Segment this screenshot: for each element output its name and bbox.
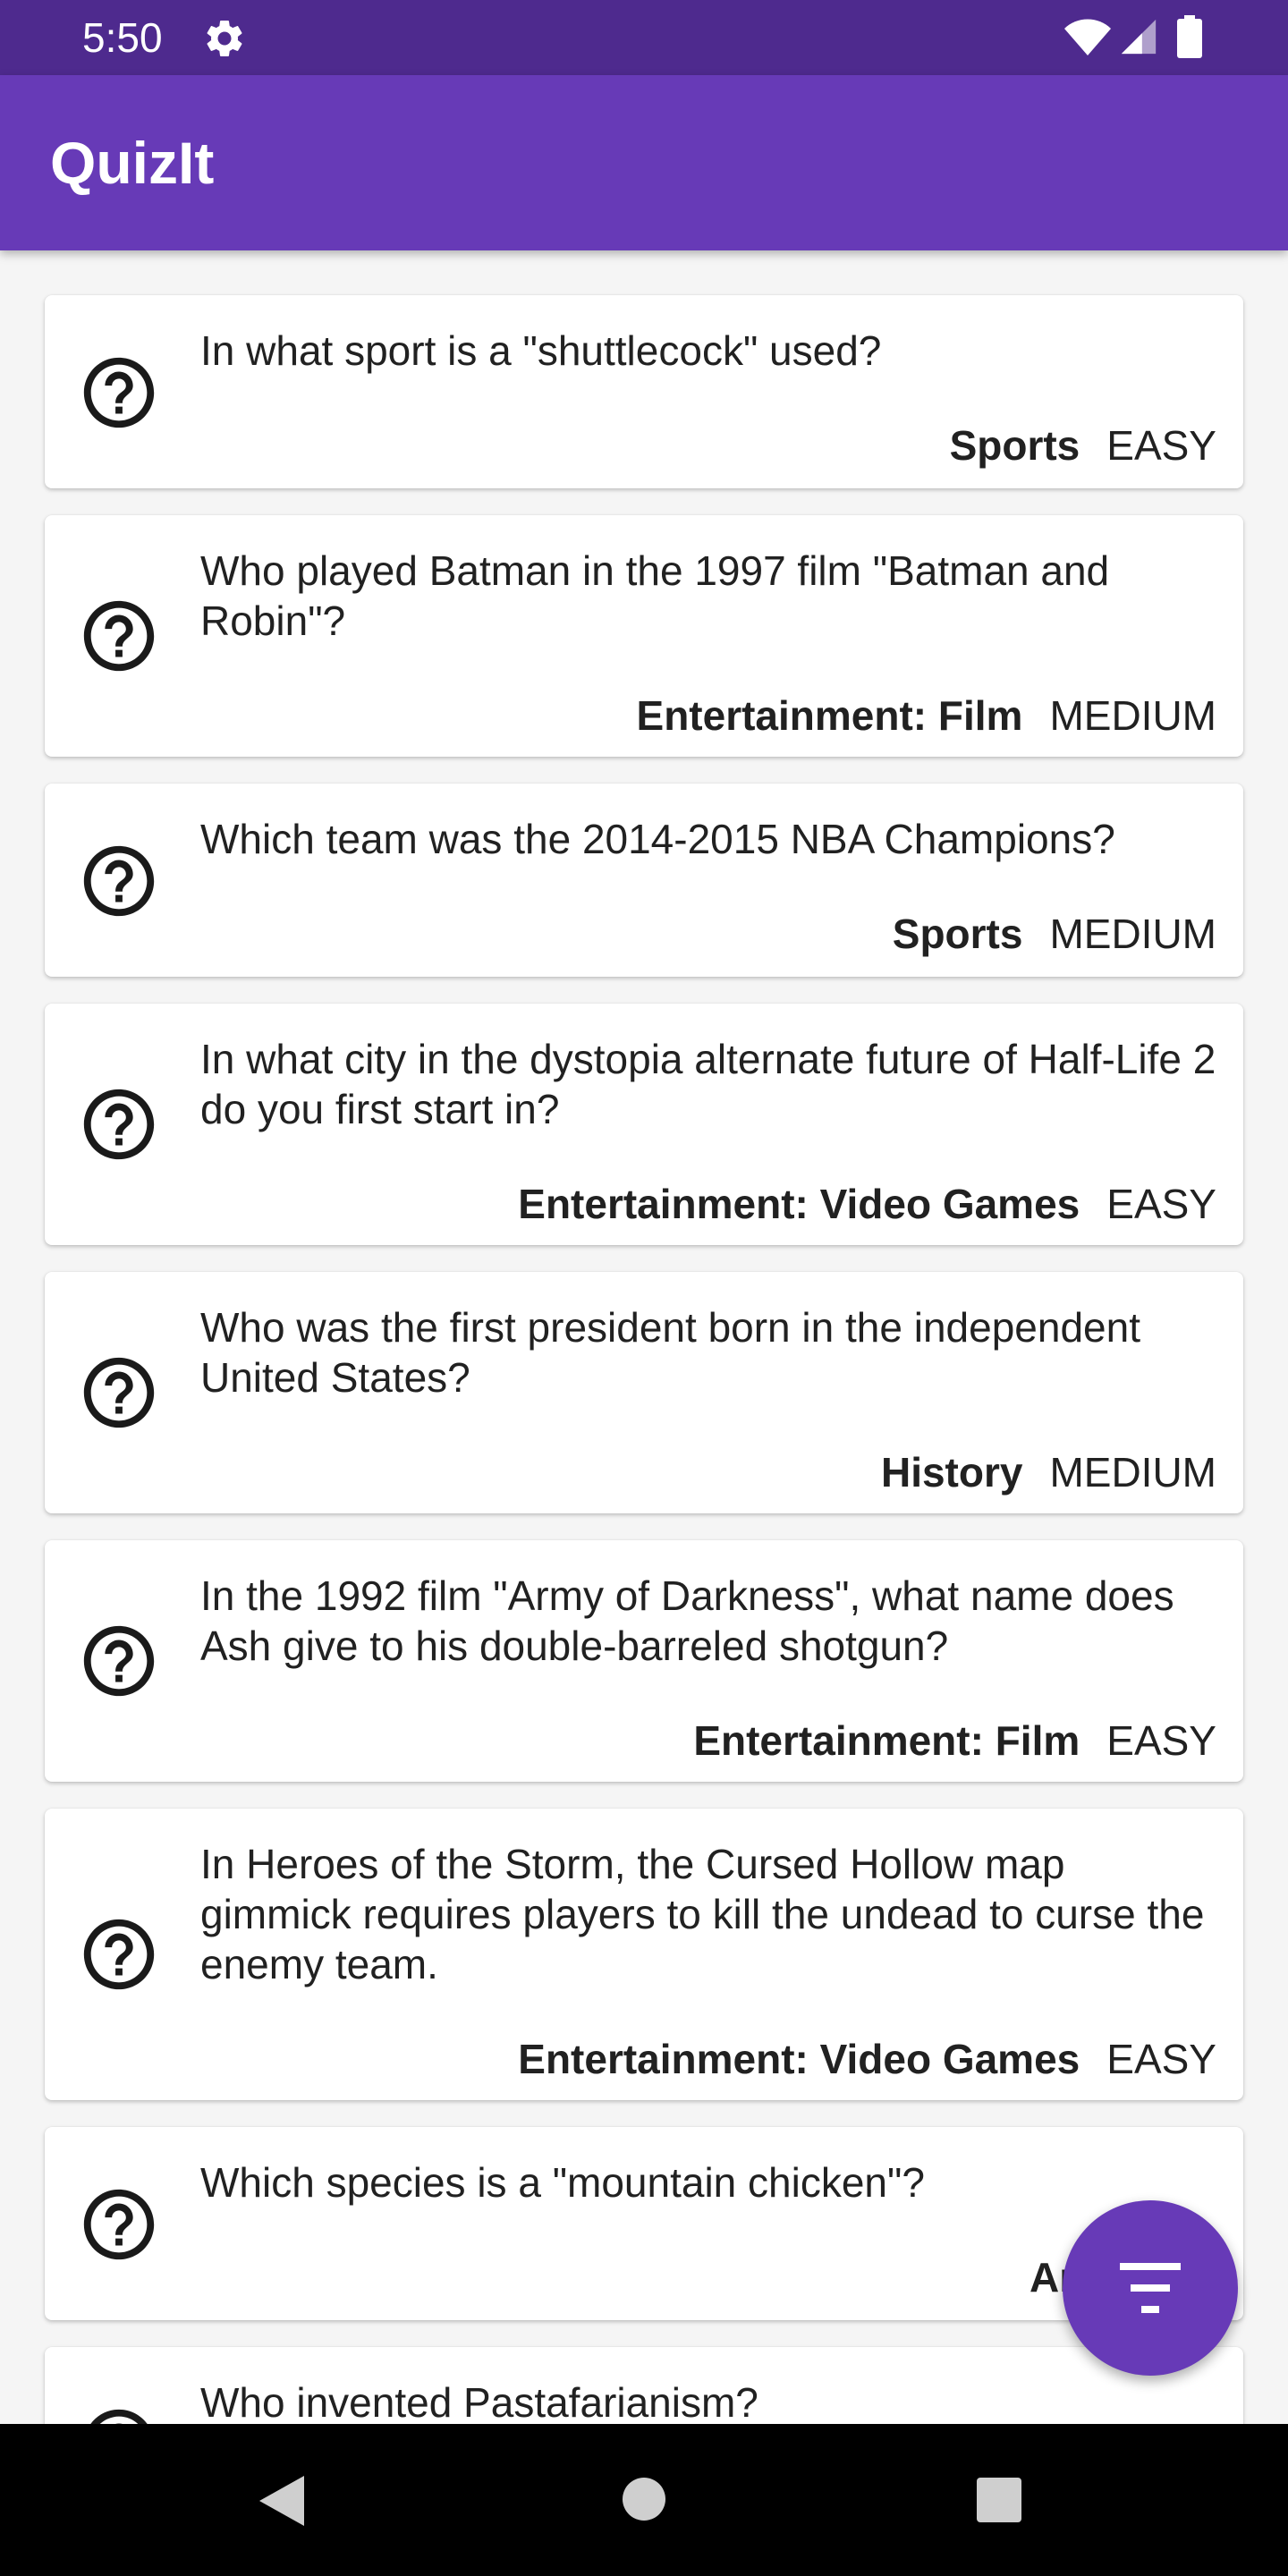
- wifi-icon: [1064, 19, 1111, 55]
- app-title: QuizIt: [50, 130, 215, 196]
- category-label: History: [880, 1449, 1023, 1496]
- question-text: In Heroes of the Storm, the Cursed Hollo…: [200, 1841, 1205, 1987]
- battery-icon: [1177, 15, 1202, 58]
- question-card[interactable]: Which team was the 2014-2015 NBA Champio…: [45, 784, 1243, 977]
- question-text: Who invented Pastafarianism?: [200, 2379, 758, 2424]
- help-outline-icon: [83, 600, 155, 672]
- help-outline-icon: [83, 2189, 155, 2260]
- recents-icon[interactable]: [975, 2476, 1023, 2524]
- question-card[interactable]: Who was the first president born in the …: [45, 1272, 1243, 1513]
- filter-fab-button[interactable]: [1063, 2200, 1238, 2376]
- help-outline-icon: [83, 1919, 155, 1990]
- category-label: Entertainment: Video Games: [518, 2036, 1080, 2082]
- category-label: Sports: [892, 911, 1023, 957]
- status-bar: 5:50: [0, 0, 1288, 75]
- question-meta: Entertainment: Video Games EASY: [518, 1179, 1216, 1229]
- difficulty-label: EASY: [1106, 1717, 1216, 1764]
- category-label: Entertainment: Video Games: [518, 1181, 1080, 1227]
- settings-icon: [207, 20, 242, 56]
- question-card[interactable]: Who played Batman in the 1997 film "Batm…: [45, 515, 1243, 757]
- help-outline-icon: [83, 357, 155, 428]
- question-card[interactable]: In the 1992 film "Army of Darkness", wha…: [45, 1540, 1243, 1782]
- back-icon[interactable]: [256, 2472, 308, 2529]
- question-text: Which species is a "mountain chicken"?: [200, 2159, 925, 2206]
- question-card[interactable]: Who invented Pastafarianism?: [45, 2347, 1243, 2424]
- question-meta: Entertainment: Video Games EASY: [518, 2034, 1216, 2084]
- difficulty-label: MEDIUM: [1049, 911, 1216, 957]
- question-meta: Sports MEDIUM: [893, 909, 1216, 959]
- cell-signal-icon: [1121, 19, 1157, 55]
- difficulty-label: MEDIUM: [1049, 1449, 1216, 1496]
- question-text: Who played Batman in the 1997 film "Batm…: [200, 547, 1110, 644]
- filter-list-icon: [1120, 2263, 1181, 2313]
- question-meta: History MEDIUM: [881, 1447, 1216, 1497]
- question-text: In what city in the dystopia alternate f…: [200, 1036, 1216, 1132]
- question-meta: Entertainment: Film EASY: [693, 1716, 1216, 1766]
- difficulty-label: MEDIUM: [1049, 692, 1216, 739]
- question-text: In what sport is a "shuttlecock" used?: [200, 327, 882, 374]
- help-outline-icon: [83, 1089, 155, 1160]
- home-icon[interactable]: [621, 2476, 667, 2522]
- help-outline-icon: [83, 1357, 155, 1428]
- question-text: Which team was the 2014-2015 NBA Champio…: [200, 816, 1115, 862]
- help-outline-icon: [83, 845, 155, 917]
- help-outline-icon: [90, 2409, 148, 2424]
- question-text: Who was the first president born in the …: [200, 1304, 1140, 1401]
- difficulty-label: EASY: [1106, 422, 1216, 469]
- question-card[interactable]: In Heroes of the Storm, the Cursed Hollo…: [45, 1809, 1243, 2100]
- question-text: In the 1992 film "Army of Darkness", wha…: [200, 1572, 1174, 1669]
- navigation-bar: [0, 2424, 1288, 2576]
- category-label: Entertainment: Film: [636, 692, 1023, 739]
- question-meta: Entertainment: Film MEDIUM: [637, 691, 1216, 741]
- category-label: Entertainment: Film: [693, 1717, 1080, 1764]
- question-list[interactable]: In what sport is a "shuttlecock" used? S…: [0, 250, 1288, 2424]
- category-label: Sports: [949, 422, 1080, 469]
- difficulty-label: EASY: [1106, 2036, 1216, 2082]
- app-bar: QuizIt: [0, 75, 1288, 250]
- question-meta: Sports EASY: [950, 420, 1216, 470]
- question-card[interactable]: In what sport is a "shuttlecock" used? S…: [45, 295, 1243, 488]
- difficulty-label: EASY: [1106, 1181, 1216, 1227]
- status-time: 5:50: [82, 14, 163, 61]
- help-outline-icon: [83, 1625, 155, 1697]
- question-card[interactable]: In what city in the dystopia alternate f…: [45, 1004, 1243, 1245]
